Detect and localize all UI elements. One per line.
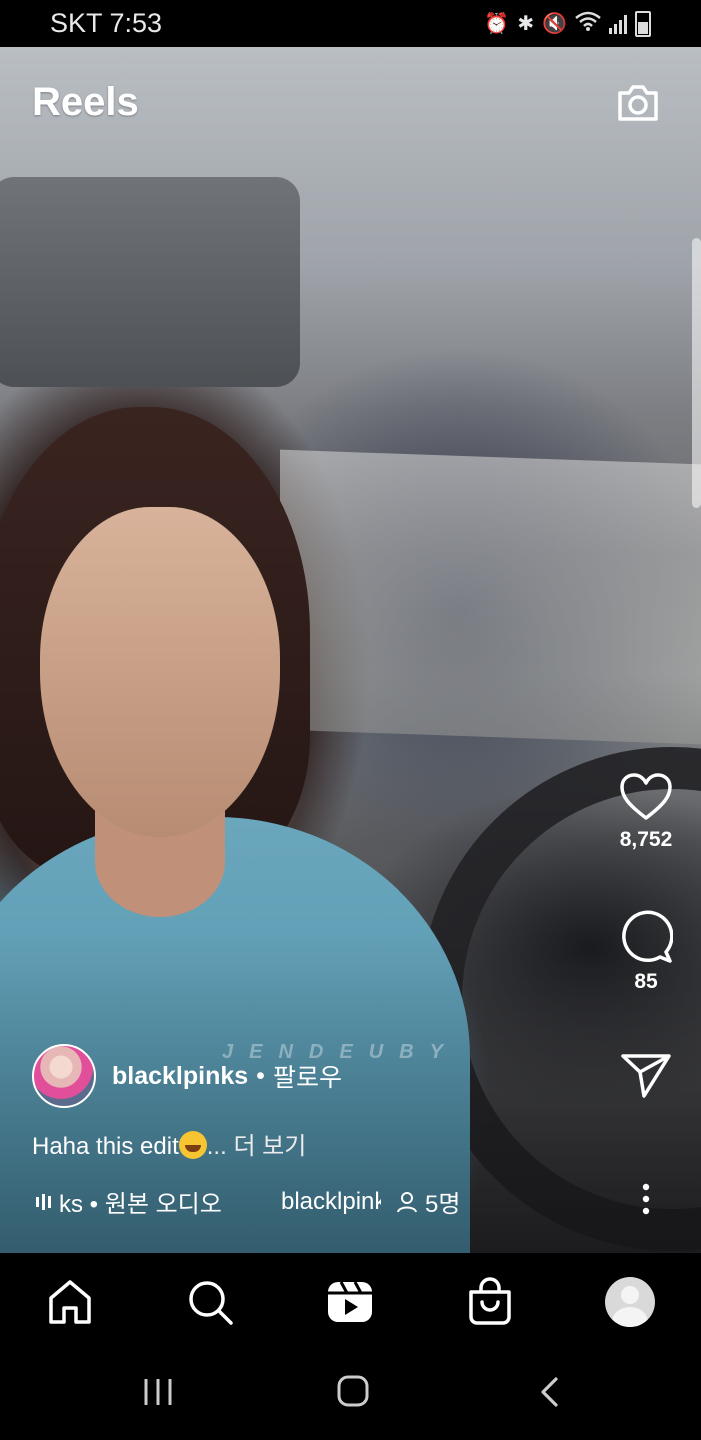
nav-reels[interactable]: [325, 1277, 375, 1327]
audio-title[interactable]: ks • 원본 오디오: [59, 1184, 259, 1219]
follow-button[interactable]: 팔로우: [273, 1058, 342, 1094]
system-navigation: [0, 1350, 701, 1440]
recent-apps-icon[interactable]: [142, 1377, 174, 1407]
heart-icon: [620, 773, 672, 820]
profile-avatar[interactable]: [605, 1277, 655, 1327]
more-vertical-icon: [642, 1183, 650, 1215]
separator-dot: •: [256, 1061, 265, 1090]
status-bar: SKT 7:53 ⏰ ✱ 🔇: [0, 0, 701, 47]
author-username[interactable]: blacklpinks: [112, 1062, 248, 1091]
wifi-icon: [575, 11, 601, 37]
signal-icon: [609, 14, 627, 34]
back-icon[interactable]: [536, 1376, 562, 1408]
home-icon: [49, 1280, 91, 1324]
alarm-icon: ⏰: [484, 13, 510, 35]
comment-button[interactable]: [606, 910, 686, 964]
see-more-link[interactable]: ... 더 보기: [207, 1133, 307, 1160]
audio-wave-icon: [36, 1193, 51, 1210]
search-icon: [189, 1281, 233, 1325]
share-action[interactable]: [606, 1052, 686, 1098]
nav-shop[interactable]: [465, 1277, 515, 1327]
person-icon: [397, 1191, 417, 1212]
page-title: Reels: [32, 80, 139, 124]
reels-icon: [328, 1281, 372, 1322]
like-button[interactable]: [606, 772, 686, 822]
comment-icon: [622, 910, 673, 963]
author-row: blacklpinks • 팔로우: [32, 1044, 342, 1108]
audio-user[interactable]: blacklpinks: [281, 1188, 381, 1216]
share-button[interactable]: [606, 1052, 686, 1098]
camera-button[interactable]: [614, 78, 662, 126]
tagged-people[interactable]: 5명: [395, 1184, 460, 1219]
camera-icon: [618, 85, 658, 121]
status-icons: ⏰ ✱ 🔇: [484, 10, 651, 37]
audio-row[interactable]: ks • 원본 오디오 blacklpinks 5명: [36, 1184, 466, 1219]
mute-icon: 🔇: [542, 13, 567, 35]
like-action[interactable]: 8,752: [606, 772, 686, 852]
carrier-time: SKT 7:53: [50, 8, 163, 38]
more-options-button[interactable]: [630, 1180, 662, 1220]
bluetooth-icon: ✱: [517, 13, 535, 35]
nav-search[interactable]: [185, 1277, 235, 1327]
video-scene-window: [280, 449, 701, 745]
author-avatar[interactable]: [32, 1044, 96, 1108]
battery-icon: [635, 10, 651, 37]
video-scene-face: [40, 507, 280, 837]
caption-text: Haha this edit: [32, 1133, 179, 1160]
video-scene: [0, 177, 300, 387]
caption[interactable]: Haha this edit ... 더 보기: [32, 1126, 306, 1161]
tagged-people-count: 5명: [425, 1191, 461, 1218]
home-button-icon[interactable]: [336, 1374, 370, 1408]
scrollbar[interactable]: [692, 238, 701, 508]
share-icon: [621, 1054, 671, 1098]
like-count: 8,752: [619, 828, 673, 851]
nav-home[interactable]: [45, 1277, 95, 1327]
shop-icon: [469, 1277, 511, 1325]
comment-count: 85: [634, 970, 658, 993]
bottom-navigation: [0, 1253, 701, 1350]
laughing-emoji-icon: [178, 1131, 207, 1159]
comment-action[interactable]: 85: [606, 910, 686, 994]
nav-profile[interactable]: [605, 1277, 655, 1327]
